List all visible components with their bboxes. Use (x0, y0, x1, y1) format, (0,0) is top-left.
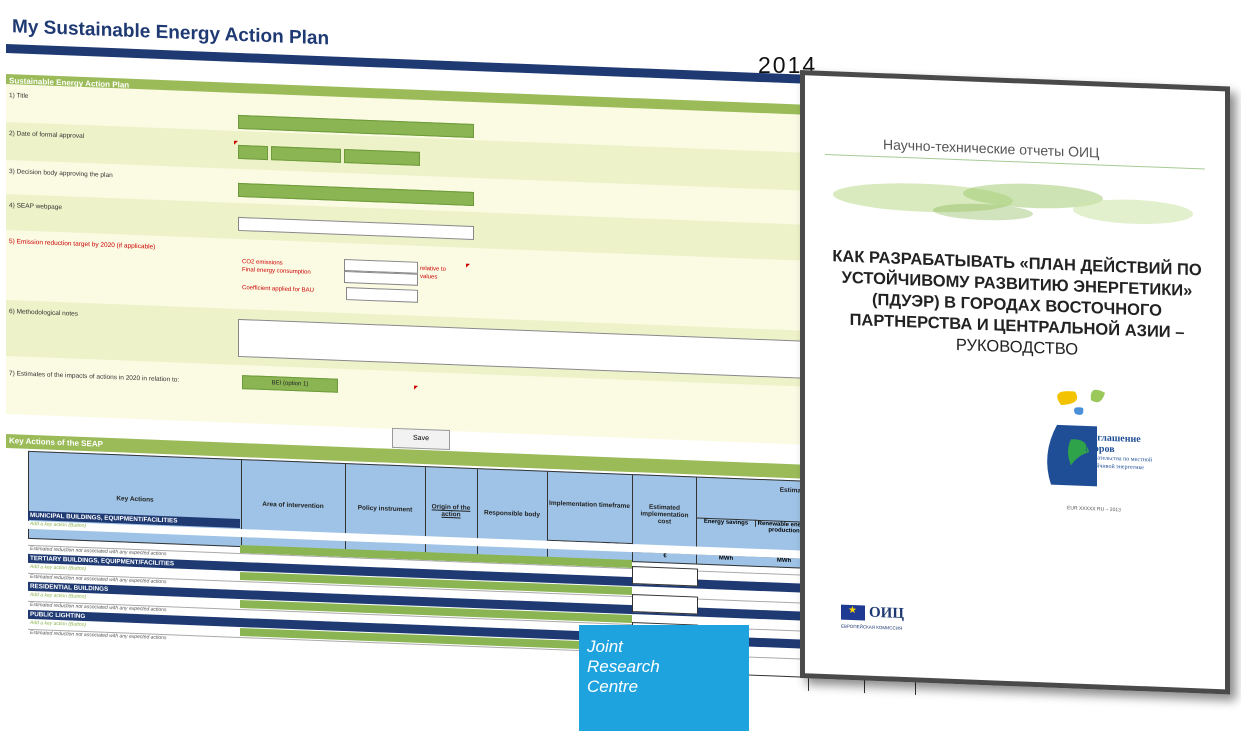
comment-marker (466, 263, 470, 268)
coefficient-label: Coefficient applied for BAU (242, 285, 314, 294)
add-action-link[interactable]: Add a key action (Button) (30, 521, 86, 529)
cover-title: КАК РАЗРАБАТЫВАТЬ «ПЛАН ДЕЙСТВИЙ ПО УСТО… (827, 246, 1207, 366)
leaves-decoration-icon (833, 183, 1193, 225)
eu-org-subtitle: ЕВРОПЕЙСКАЯ КОМИССИЯ (841, 623, 903, 631)
coefficient-input[interactable] (346, 287, 418, 303)
field-label-decision-body: 3) Decision body approving the plan (9, 168, 113, 180)
logo-line-3: Обязательства по местной устойчивой энер… (1085, 454, 1153, 472)
report-cover: Научно-технические отчеты ОИЦ КАК РАЗРАБ… (800, 70, 1230, 695)
impacts-select[interactable]: BEI (option 1) (242, 375, 338, 393)
report-cover-wrapper: Научно-технические отчеты ОИЦ КАК РАЗРАБ… (800, 70, 1230, 695)
decision-body-input[interactable] (238, 182, 474, 206)
co2-option-label: CO2 emissions (242, 259, 283, 267)
eu-flag-icon (841, 604, 865, 621)
jrc-line-3: Centre (587, 677, 639, 696)
cost-cell[interactable] (632, 594, 698, 615)
eu-org-name: ОИЦ (869, 604, 905, 622)
field-label-date: 2) Date of formal approval (9, 130, 85, 141)
comment-marker (414, 385, 418, 390)
field-label-title: 1) Title (9, 92, 29, 100)
date-day-input[interactable] (238, 144, 268, 161)
add-action-link[interactable]: Add a key action (Button) (30, 564, 86, 572)
jrc-line-2: Research (587, 657, 660, 676)
date-month-input[interactable] (271, 146, 341, 163)
date-year-input[interactable] (344, 148, 420, 166)
seap-form: 1) Title 2) Date of formal approval 3) D… (6, 84, 806, 445)
field-label-impacts: 7) Estimates of the impacts of actions i… (9, 370, 180, 384)
sub-energy-savings: Energy savings (697, 517, 756, 527)
cover-title-light: РУКОВОДСТВО (955, 335, 1079, 359)
field-label-webpage: 4) SEAP webpage (9, 202, 62, 212)
webpage-input[interactable] (238, 216, 474, 240)
report-reference-code: EUR XXXXX RU – 2013 (1067, 505, 1121, 514)
values-label: values (420, 273, 438, 281)
cover-title-main: КАК РАЗРАБАТЫВАТЬ «ПЛАН ДЕЙСТВИЙ ПО УСТО… (832, 247, 1202, 342)
field-label-notes: 6) Methodological notes (9, 308, 79, 318)
save-button[interactable]: Save (392, 427, 450, 451)
covenant-logo-text: Соглашение Мэров Обязательства по местно… (1085, 432, 1165, 473)
energy-target-input[interactable] (344, 270, 418, 286)
add-action-link[interactable]: Add a key action (Button) (30, 592, 86, 600)
add-action-link[interactable]: Add a key action (Button) (30, 620, 86, 628)
field-label-target: 5) Emission reduction target by 2020 (if… (9, 238, 156, 251)
energy-option-label: Final energy consumption (242, 267, 311, 276)
jrc-logo: Joint Research Centre (579, 625, 749, 731)
relative-to-label: relative to (420, 265, 447, 273)
cost-cell[interactable] (632, 566, 698, 587)
jrc-line-1: Joint (587, 637, 623, 656)
